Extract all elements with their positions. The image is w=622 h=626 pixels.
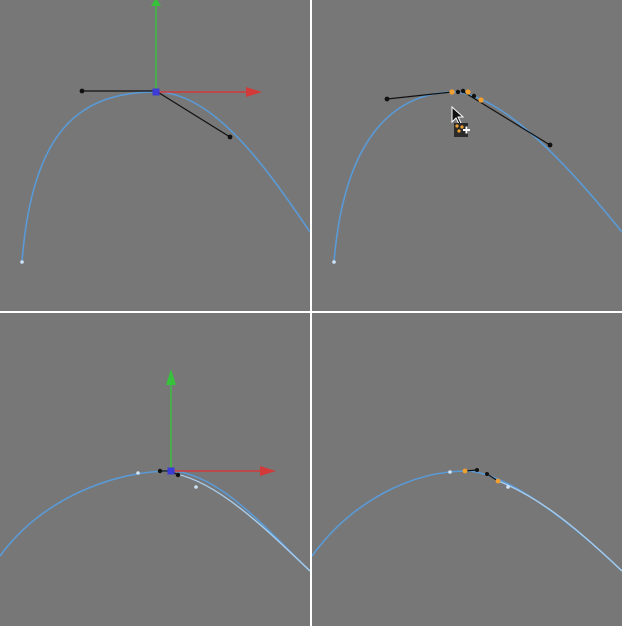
selected-point[interactable] (455, 89, 461, 95)
bezier-curve[interactable] (333, 91, 622, 263)
selected-point[interactable] (460, 88, 466, 94)
curve-canvas (312, 468, 622, 572)
handle-point[interactable] (475, 468, 479, 472)
selected-point[interactable] (465, 89, 471, 95)
handle-point-right[interactable] (175, 472, 181, 478)
handle-line-right (461, 90, 551, 146)
handle-point-right[interactable] (227, 134, 233, 140)
viewport-top-left[interactable] (0, 0, 310, 311)
add-point-cursor-icon (454, 123, 470, 137)
curve-point[interactable] (136, 471, 140, 475)
selected-point[interactable] (471, 93, 477, 99)
curve-point[interactable] (506, 485, 510, 489)
selected-point[interactable] (495, 478, 501, 484)
handle-point-right[interactable] (547, 142, 553, 148)
handle-point-left[interactable] (157, 468, 163, 474)
curve-point[interactable] (448, 470, 452, 474)
move-gizmo-icon[interactable] (166, 369, 276, 476)
curve-point[interactable] (194, 485, 198, 489)
curve-endpoint[interactable] (20, 260, 24, 264)
viewport-bottom-left[interactable] (0, 313, 310, 626)
bezier-curve[interactable] (21, 91, 310, 263)
mouse-cursor-icon (451, 105, 465, 125)
bezier-curve[interactable] (0, 470, 310, 572)
viewport-top-right[interactable] (312, 0, 622, 311)
quad-viewport (0, 0, 622, 626)
selected-point[interactable] (478, 97, 484, 103)
handle-point-left[interactable] (384, 96, 390, 102)
selected-point[interactable] (462, 468, 468, 474)
bezier-curve[interactable] (312, 470, 622, 572)
handle-line-right (155, 90, 231, 138)
move-gizmo-icon[interactable] (151, 0, 262, 97)
viewport-bottom-right[interactable] (312, 313, 622, 626)
selected-point[interactable] (449, 89, 455, 95)
curve-endpoint[interactable] (332, 260, 336, 264)
handle-point[interactable] (485, 472, 489, 476)
curve-canvas (20, 0, 310, 264)
curve-canvas (332, 88, 622, 264)
handle-point-left[interactable] (79, 88, 85, 94)
curve-canvas (0, 369, 310, 572)
bezier-curve-segment (497, 480, 622, 572)
